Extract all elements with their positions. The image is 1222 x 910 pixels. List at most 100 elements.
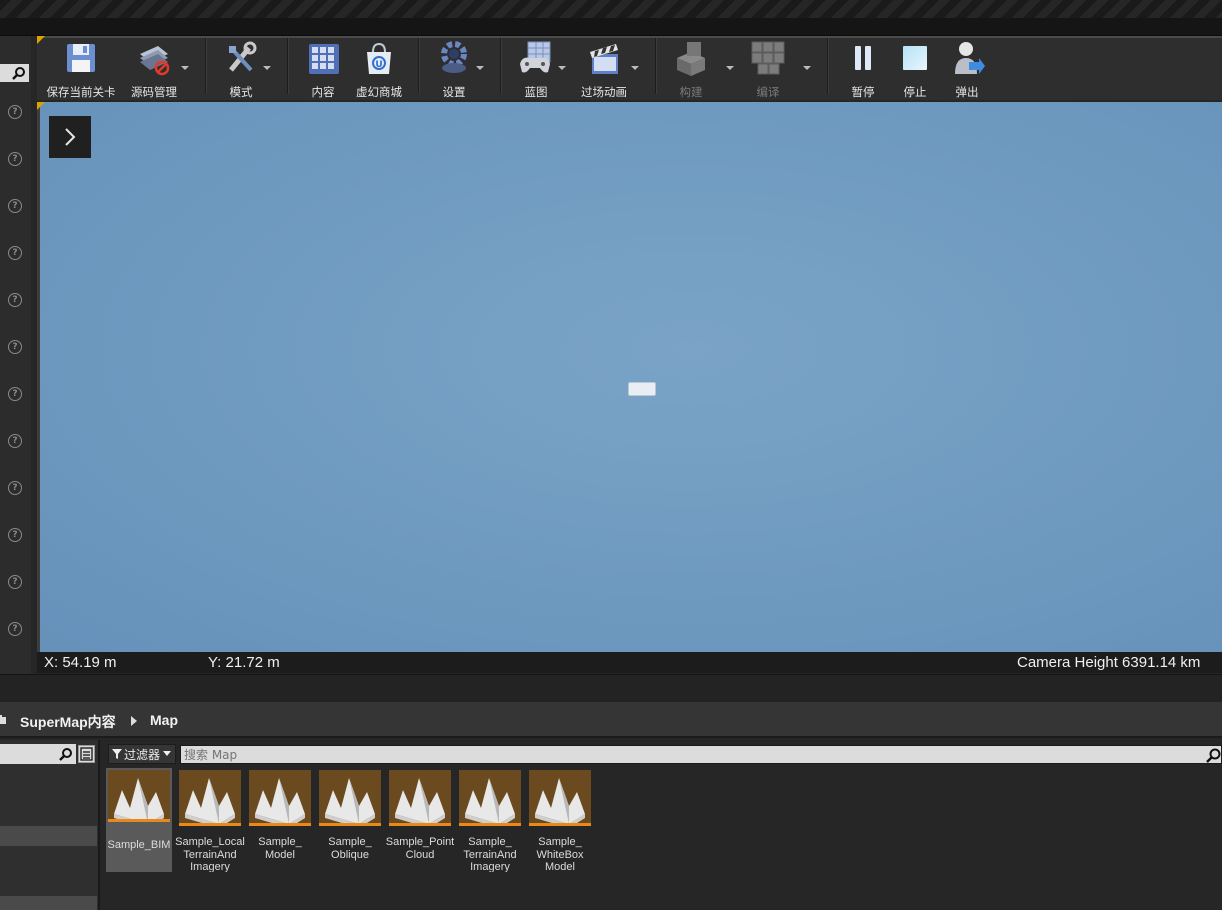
viewport-status-bar: X: 54.19 m Y: 21.72 m Camera Height 6391… bbox=[37, 652, 1222, 673]
toolbar-divider bbox=[655, 38, 657, 94]
svg-text:U: U bbox=[375, 60, 382, 70]
settings-label: 设置 bbox=[442, 85, 466, 99]
help-icon[interactable]: ? bbox=[8, 199, 22, 213]
blueprints-label: 蓝图 bbox=[524, 85, 548, 99]
filters-label: 过滤器 bbox=[124, 747, 161, 762]
help-icon[interactable]: ? bbox=[8, 481, 22, 495]
modes-button[interactable]: 模式 bbox=[216, 38, 266, 99]
x-coordinate-readout: X: 54.19 m bbox=[44, 654, 117, 671]
stop-button[interactable]: 停止 bbox=[896, 38, 934, 99]
details-search-input[interactable] bbox=[0, 64, 29, 82]
scene-object[interactable] bbox=[628, 382, 656, 396]
y-coordinate-readout: Y: 21.72 m bbox=[208, 654, 280, 671]
editor-window: ? ? ? ? ? ? ? ? ? ? ? ? 保存当前关卡 源码管理 模式 内… bbox=[0, 0, 1222, 910]
title-bar bbox=[0, 0, 1222, 18]
help-icon[interactable]: ? bbox=[8, 387, 22, 401]
save-level-button[interactable]: 保存当前关卡 bbox=[44, 38, 118, 99]
marketplace-button[interactable]: U 虚幻商城 bbox=[352, 38, 406, 99]
search-icon bbox=[59, 748, 72, 761]
help-icon[interactable]: ? bbox=[8, 528, 22, 542]
compile-cubes-icon bbox=[750, 40, 786, 76]
asset-tile[interactable]: Sample_ WhiteBox Model bbox=[527, 768, 593, 872]
asset-tile[interactable]: Sample_Point Cloud bbox=[386, 768, 454, 872]
chevron-down-icon[interactable] bbox=[181, 66, 189, 70]
chevron-down-icon[interactable] bbox=[803, 66, 811, 70]
level-map-icon bbox=[389, 770, 451, 827]
panel-corner-marker bbox=[37, 102, 45, 110]
asset-tile[interactable]: Sample_ TerrainAnd Imagery bbox=[457, 768, 523, 872]
level-map-icon bbox=[459, 770, 521, 827]
chevron-down-icon[interactable] bbox=[476, 66, 484, 70]
chevron-down-icon[interactable] bbox=[726, 66, 734, 70]
build-label: 构建 bbox=[679, 85, 703, 99]
help-icon[interactable]: ? bbox=[8, 293, 22, 307]
asset-tile[interactable]: Sample_Local TerrainAnd Imagery bbox=[175, 768, 245, 872]
asset-name: Sample_BIM bbox=[107, 838, 171, 851]
breadcrumb-current[interactable]: Map bbox=[150, 712, 178, 728]
camera-height-readout: Camera Height 6391.14 km bbox=[1017, 654, 1201, 671]
panel-splitter[interactable] bbox=[0, 674, 1222, 702]
toolbar-divider bbox=[287, 38, 289, 94]
list-item[interactable] bbox=[0, 896, 97, 910]
tools-icon bbox=[223, 40, 259, 76]
pause-button[interactable]: 暂停 bbox=[844, 38, 882, 99]
chevron-down-icon[interactable] bbox=[631, 66, 639, 70]
modes-label: 模式 bbox=[229, 85, 253, 99]
toolbar-divider bbox=[205, 38, 207, 94]
asset-search-field[interactable] bbox=[180, 745, 1222, 764]
filters-button[interactable]: 过滤器 bbox=[108, 744, 176, 764]
settings-button[interactable]: 设置 bbox=[434, 38, 474, 99]
level-map-icon bbox=[319, 770, 381, 827]
compile-label: 编译 bbox=[756, 85, 780, 99]
help-icon[interactable]: ? bbox=[8, 246, 22, 260]
breadcrumb-root[interactable]: SuperMap内容 bbox=[20, 712, 116, 732]
help-icon[interactable]: ? bbox=[8, 434, 22, 448]
level-map-icon bbox=[108, 770, 170, 822]
floppy-disk-icon bbox=[63, 40, 99, 76]
list-item[interactable] bbox=[0, 826, 97, 846]
asset-tile[interactable]: Sample_ Oblique bbox=[317, 768, 383, 872]
chevron-down-icon[interactable] bbox=[558, 66, 566, 70]
chevron-right-icon[interactable] bbox=[131, 716, 137, 726]
shopping-bag-icon: U bbox=[361, 40, 397, 76]
help-icon[interactable]: ? bbox=[8, 340, 22, 354]
folder-icon[interactable] bbox=[0, 714, 10, 726]
help-icon[interactable]: ? bbox=[8, 105, 22, 119]
asset-name: Sample_Local TerrainAnd Imagery bbox=[175, 836, 245, 872]
compile-button[interactable]: 编译 bbox=[746, 38, 790, 99]
level-map-icon bbox=[249, 770, 311, 827]
marketplace-label: 虚幻商城 bbox=[356, 85, 402, 99]
asset-name: Sample_ WhiteBox Model bbox=[536, 836, 584, 872]
menu-bar bbox=[0, 18, 1222, 36]
asset-name: Sample_ Oblique bbox=[328, 836, 372, 861]
gear-icon bbox=[436, 40, 472, 76]
help-icon[interactable]: ? bbox=[8, 622, 22, 636]
asset-name: Sample_Point Cloud bbox=[385, 836, 455, 861]
gamepad-icon bbox=[518, 40, 554, 76]
build-button[interactable]: 构建 bbox=[670, 38, 712, 99]
help-icon[interactable]: ? bbox=[8, 152, 22, 166]
level-viewport[interactable] bbox=[37, 102, 1222, 652]
chevron-down-icon[interactable] bbox=[263, 66, 271, 70]
asset-tile[interactable]: Sample_BIM bbox=[106, 768, 172, 872]
save-level-label: 保存当前关卡 bbox=[46, 85, 116, 99]
content-grid-icon bbox=[305, 40, 341, 76]
search-icon bbox=[1206, 748, 1221, 763]
content-button[interactable]: 内容 bbox=[300, 38, 346, 99]
source-control-button[interactable]: 源码管理 bbox=[127, 38, 181, 99]
cinematics-button[interactable]: 过场动画 bbox=[577, 38, 631, 99]
viewport-options-button[interactable] bbox=[49, 116, 91, 158]
asset-search-input[interactable] bbox=[184, 746, 1194, 763]
clapperboard-icon bbox=[586, 40, 622, 76]
sources-search-input[interactable] bbox=[0, 744, 76, 764]
eject-button[interactable]: 弹出 bbox=[948, 38, 986, 99]
cinematics-label: 过场动画 bbox=[581, 85, 627, 99]
list-view-icon[interactable] bbox=[78, 745, 95, 763]
help-icon[interactable]: ? bbox=[8, 575, 22, 589]
asset-name: Sample_ Model bbox=[258, 836, 302, 861]
stop-label: 停止 bbox=[903, 85, 927, 99]
asset-tile[interactable]: Sample_ Model bbox=[247, 768, 313, 872]
level-map-icon bbox=[179, 770, 241, 827]
source-control-icon bbox=[136, 40, 172, 76]
blueprints-button[interactable]: 蓝图 bbox=[514, 38, 558, 99]
